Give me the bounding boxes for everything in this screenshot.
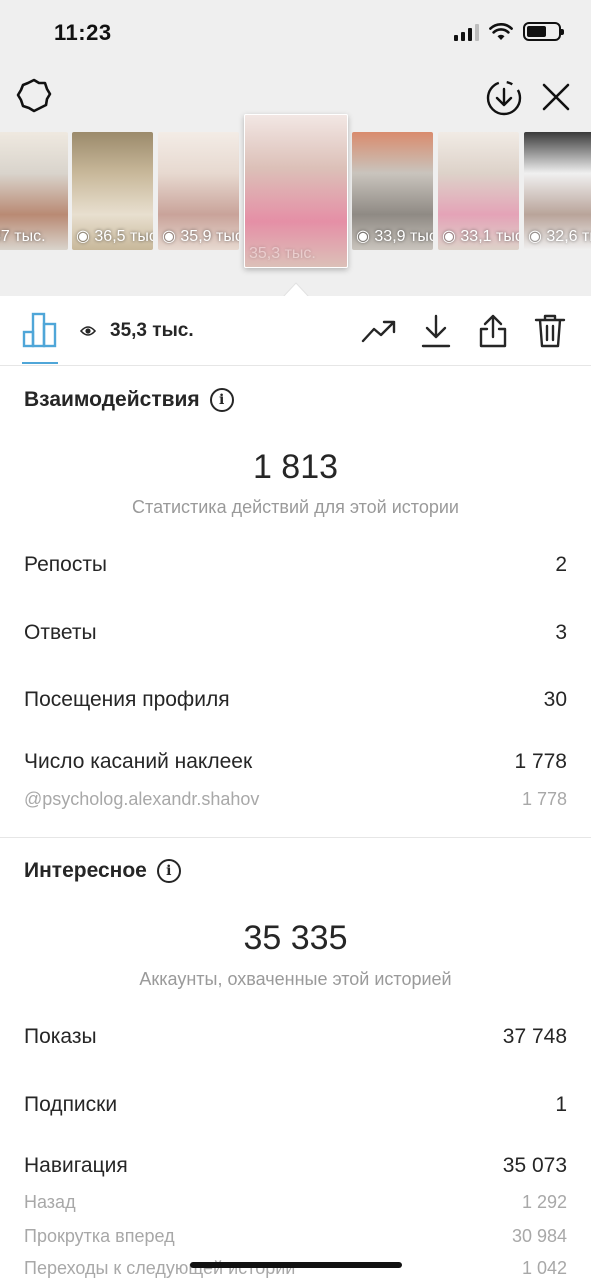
story-thumbnail[interactable]: ◉ 35,9 тыс. — [158, 132, 239, 250]
story-thumbnail[interactable]: 37 тыс. — [0, 132, 68, 250]
discovery-title-label: Интересное — [24, 859, 147, 882]
stat-label: Прокрутка вперед — [24, 1226, 175, 1246]
stat-row-back: Назад 1 292 — [24, 1192, 567, 1213]
close-icon[interactable] — [536, 77, 576, 117]
stat-row-sticker-taps: Число касаний наклеек 1 778 — [24, 750, 567, 774]
interactions-total: 1 813 — [252, 448, 339, 486]
story-thumbnails-strip[interactable]: 37 тыс. ◉ 36,5 тыс. ◉ 35,9 тыс. 35,3 тыс… — [0, 114, 591, 270]
thumbnail-view-count: ◉ 35,9 тыс. — [162, 228, 239, 245]
cellular-signal-icon — [454, 23, 479, 41]
section-divider — [0, 837, 591, 838]
status-bar: 11:23 — [0, 0, 591, 64]
story-thumbnail[interactable]: ◉ 33,9 тыс. — [352, 132, 433, 250]
bar-chart-icon[interactable] — [22, 310, 58, 348]
stat-value: 1 778 — [514, 750, 567, 773]
interactions-caption: Статистика действий для этой истории — [132, 497, 459, 517]
promote-trend-icon[interactable] — [360, 312, 398, 350]
battery-icon — [523, 22, 564, 41]
thumbnail-view-count: ◉ 36,5 тыс. — [76, 228, 153, 245]
thumbnail-view-count: 35,3 тыс. — [249, 245, 316, 262]
story-thumbnail-selected[interactable]: 35,3 тыс. — [244, 114, 348, 268]
views-count: 35,3 тыс. — [80, 320, 194, 342]
stat-row-sticker-mention: @psycholog.alexandr.shahov 1 778 — [24, 789, 567, 810]
eye-icon — [80, 326, 96, 336]
info-icon[interactable]: i — [209, 388, 234, 412]
download-icon[interactable] — [417, 312, 455, 350]
stat-label: Ответы — [24, 621, 97, 644]
discovery-total: 35 335 — [243, 919, 348, 957]
stat-row-follows: Подписки 1 — [24, 1093, 567, 1117]
stat-label: Подписки — [24, 1093, 118, 1116]
info-icon[interactable]: i — [156, 859, 181, 883]
insights-toolbar: 35,3 тыс. — [0, 296, 591, 366]
discovery-section-title: Интересное i — [24, 859, 181, 883]
home-indicator[interactable] — [190, 1262, 402, 1268]
stat-value: 1 042 — [521, 1258, 567, 1278]
discovery-caption: Аккаунты, охваченные этой историей — [139, 969, 452, 989]
save-story-icon[interactable] — [484, 78, 524, 118]
stat-value: 30 984 — [511, 1226, 567, 1246]
stat-row-forward: Прокрутка вперед 30 984 — [24, 1226, 567, 1247]
stat-value: 35 073 — [502, 1154, 567, 1177]
stat-row-replies: Ответы 3 — [24, 621, 567, 645]
thumbnail-view-count: 37 тыс. — [0, 228, 46, 245]
stat-label: Навигация — [24, 1154, 128, 1177]
status-icons — [454, 22, 564, 41]
share-icon[interactable] — [474, 312, 512, 350]
delete-trash-icon[interactable] — [531, 312, 569, 350]
stat-label: Показы — [24, 1025, 97, 1048]
stat-value: 2 — [555, 553, 567, 576]
active-tab-underline — [22, 362, 58, 364]
stat-label: Назад — [24, 1192, 76, 1212]
stat-row-reposts: Репосты 2 — [24, 553, 567, 577]
story-thumbnail[interactable]: ◉ 36,5 тыс. — [72, 132, 153, 250]
stat-label: Число касаний наклеек — [24, 750, 253, 773]
stat-value: 1 778 — [521, 789, 567, 809]
interactions-title-label: Взаимодействия — [24, 388, 200, 411]
stat-label: Репосты — [24, 553, 108, 576]
stat-value: 30 — [543, 688, 567, 711]
settings-gear-icon[interactable] — [14, 76, 54, 116]
story-thumbnail[interactable]: ◉ 33,1 тыс. — [438, 132, 519, 250]
story-thumbnail[interactable]: ◉ 32,6 тыс. — [524, 132, 591, 250]
thumbnail-view-count: ◉ 32,6 тыс. — [528, 228, 591, 245]
stat-value: 37 748 — [502, 1025, 567, 1048]
stat-value: 3 — [555, 621, 567, 644]
thumbnail-view-count: ◉ 33,9 тыс. — [356, 228, 433, 245]
stat-label: @psycholog.alexandr.shahov — [24, 789, 260, 809]
status-time: 11:23 — [54, 20, 112, 45]
stat-label: Посещения профиля — [24, 688, 230, 711]
stat-row-profile-visits: Посещения профиля 30 — [24, 688, 567, 712]
wifi-icon — [489, 22, 513, 40]
stat-value: 1 292 — [521, 1192, 567, 1212]
stat-row-navigation: Навигация 35 073 — [24, 1154, 567, 1178]
stat-value: 1 — [555, 1093, 567, 1116]
stat-row-impressions: Показы 37 748 — [24, 1025, 567, 1049]
selection-pointer — [283, 282, 309, 297]
views-count-label: 35,3 тыс. — [110, 320, 194, 341]
interactions-section-title: Взаимодействия i — [24, 388, 234, 412]
thumbnail-view-count: ◉ 33,1 тыс. — [442, 228, 519, 245]
